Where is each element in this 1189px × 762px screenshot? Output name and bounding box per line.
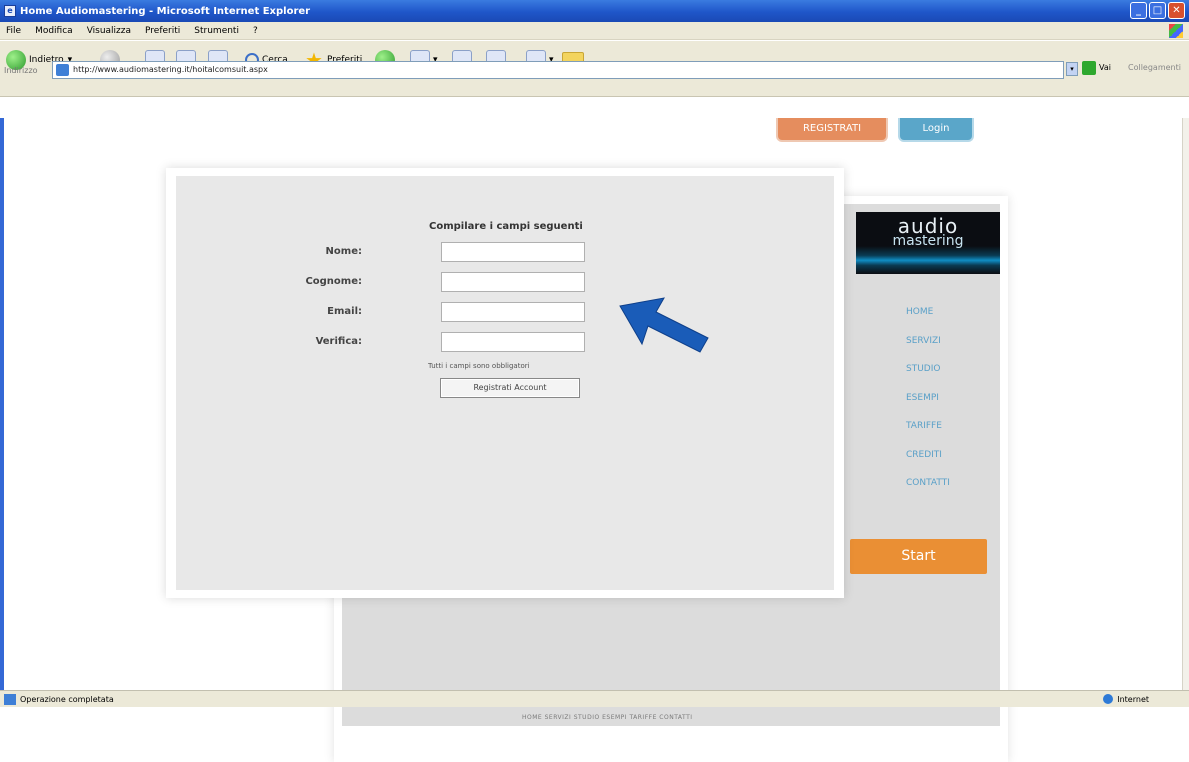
site-nav: HOME SERVIZI STUDIO ESEMPI TARIFFE CREDI…	[900, 305, 980, 505]
maximize-button[interactable]: □	[1149, 2, 1166, 19]
page-done-icon	[4, 693, 16, 705]
surname-label: Cognome:	[305, 276, 362, 287]
name-label: Nome:	[325, 246, 362, 257]
address-url: http://www.audiomastering.it/hoitalcomsu…	[73, 65, 268, 74]
status-text: Operazione completata	[20, 694, 114, 704]
menu-file[interactable]: File	[6, 26, 21, 36]
vertical-scrollbar[interactable]	[1182, 118, 1189, 690]
zone-label: Internet	[1117, 694, 1149, 704]
start-button[interactable]: Start	[850, 539, 987, 574]
address-label: Indirizzo	[4, 65, 38, 75]
verification-label: Verifica:	[315, 336, 362, 347]
menu-favorites[interactable]: Preferiti	[145, 26, 180, 36]
window-titlebar: e Home Audiomastering - Microsoft Intern…	[0, 0, 1189, 22]
nav-crediti[interactable]: CREDITI	[900, 448, 980, 477]
address-bar: Indirizzo http://www.audiomastering.it/h…	[0, 60, 1189, 80]
menu-bar: File Modifica Visualizza Preferiti Strum…	[0, 22, 1189, 40]
page-viewport: REGISTRATI Login HOME SERVIZI STUDIO ESE…	[0, 118, 1182, 762]
arrow-shape	[619, 297, 709, 353]
email-field[interactable]	[441, 302, 585, 322]
nav-contatti[interactable]: CONTATTI	[900, 476, 980, 505]
registration-form: Compilare i campi seguenti Nome: Cognome…	[176, 176, 834, 590]
surname-field[interactable]	[441, 272, 585, 292]
page-icon	[56, 64, 69, 76]
nav-tariffe[interactable]: TARIFFE	[900, 419, 980, 448]
links-label[interactable]: Collegamenti	[1128, 63, 1181, 72]
globe-icon	[1103, 694, 1114, 704]
nav-esempi[interactable]: ESEMPI	[900, 391, 980, 420]
minimize-button[interactable]: _	[1130, 2, 1147, 19]
footer-links[interactable]: HOME SERVIZI STUDIO ESEMPI TARIFFE CONTA…	[522, 714, 693, 721]
login-button[interactable]: Login	[898, 118, 974, 142]
nav-studio[interactable]: STUDIO	[900, 362, 980, 391]
nav-home[interactable]: HOME	[900, 305, 980, 334]
menu-view[interactable]: Visualizza	[87, 26, 131, 36]
security-zone: Internet	[1103, 694, 1149, 704]
close-button[interactable]: ✕	[1168, 2, 1185, 19]
logo-line-2: mastering	[892, 233, 964, 249]
address-dropdown-button[interactable]: ▾	[1066, 62, 1078, 76]
audiomastering-logo: audio mastering	[856, 212, 1000, 274]
register-button[interactable]: REGISTRATI	[776, 118, 888, 142]
window-title: Home Audiomastering - Microsoft Internet…	[20, 5, 311, 17]
menu-edit[interactable]: Modifica	[35, 26, 73, 36]
verification-field[interactable]	[441, 332, 585, 352]
registration-panel: Compilare i campi seguenti Nome: Cognome…	[166, 168, 844, 598]
annotation-arrow-icon	[619, 297, 709, 353]
address-input[interactable]: http://www.audiomastering.it/hoitalcomsu…	[52, 61, 1064, 79]
name-field[interactable]	[441, 242, 585, 262]
ie-icon: e	[4, 5, 16, 17]
menu-help[interactable]: ?	[253, 26, 258, 36]
windows-logo-icon	[1169, 24, 1183, 38]
nav-servizi[interactable]: SERVIZI	[900, 334, 980, 363]
menu-tools[interactable]: Strumenti	[194, 26, 239, 36]
status-bar: Operazione completata Internet	[0, 690, 1189, 707]
register-account-button[interactable]: Registrati Account	[440, 378, 580, 398]
go-arrow-icon[interactable]	[1082, 61, 1096, 75]
required-note: Tutti i campi sono obbligatori	[428, 362, 530, 370]
email-label: Email:	[327, 306, 362, 317]
form-title: Compilare i campi seguenti	[429, 221, 583, 232]
window-controls: _ □ ✕	[1130, 2, 1185, 19]
go-button[interactable]: Vai	[1099, 63, 1111, 72]
